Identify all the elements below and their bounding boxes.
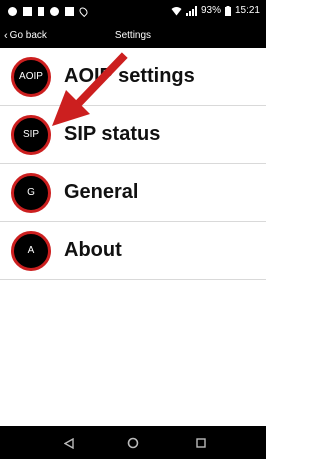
notification-icon <box>50 6 59 16</box>
menu-item-label: About <box>64 239 122 261</box>
signal-icon <box>185 6 197 16</box>
sip-badge-icon: SIP <box>11 114 51 155</box>
menu-item-label: SIP status <box>64 123 161 145</box>
battery-percent: 93% <box>200 5 221 16</box>
status-time: 15:21 <box>234 5 260 16</box>
action-bar: ‹ Go back Settings <box>0 25 266 48</box>
status-icons-left <box>8 4 90 18</box>
screen-title: Settings <box>114 30 152 41</box>
nav-back-button[interactable] <box>61 435 77 451</box>
menu-item-about[interactable]: A About <box>0 222 266 280</box>
circle-home-icon <box>127 437 139 449</box>
status-right: 93% 15:21 <box>171 4 260 18</box>
menu-item-aoip-settings[interactable]: AOIP AOIP settings <box>0 48 266 106</box>
settings-menu: AOIP AOIP settings SIP SIP status G Gene… <box>0 48 266 280</box>
notification-icon <box>8 6 17 16</box>
image-icon <box>23 6 32 16</box>
menu-item-general[interactable]: G General <box>0 164 266 222</box>
menu-item-label: AOIP settings <box>64 65 195 87</box>
triangle-back-icon <box>64 437 74 449</box>
battery-icon <box>224 6 231 16</box>
calendar-icon <box>65 6 74 16</box>
menu-item-sip-status[interactable]: SIP SIP status <box>0 106 266 164</box>
wifi-icon <box>171 6 182 16</box>
about-badge-icon: A <box>11 230 51 271</box>
square-recent-icon <box>196 438 206 448</box>
usb-icon <box>38 6 44 16</box>
location-icon <box>77 5 90 17</box>
menu-item-label: General <box>64 181 139 203</box>
nav-recent-button[interactable] <box>193 435 209 451</box>
nav-home-button[interactable] <box>125 435 141 451</box>
status-bar: 93% 15:21 <box>0 0 266 25</box>
aoip-badge-icon: AOIP <box>11 56 51 97</box>
navigation-bar <box>0 426 266 459</box>
general-badge-icon: G <box>11 172 51 213</box>
